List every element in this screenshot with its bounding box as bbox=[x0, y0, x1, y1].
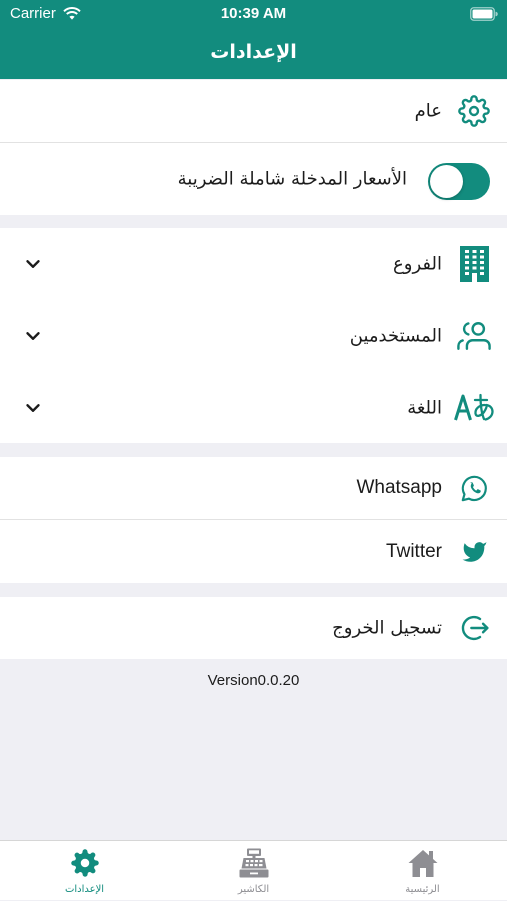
tab-cashier-label: الكاشير bbox=[237, 884, 270, 895]
tax-inclusive-row: الأسعار المدخلة شاملة الضريبة bbox=[0, 143, 507, 215]
home-icon bbox=[407, 847, 439, 879]
tab-settings-label: الإعدادات bbox=[64, 884, 105, 895]
users-row[interactable]: المستخدمين bbox=[0, 300, 507, 372]
tab-home[interactable]: الرئيسية bbox=[338, 841, 507, 901]
twitter-icon bbox=[454, 532, 494, 572]
twitter-label: Twitter bbox=[386, 540, 442, 562]
tax-inclusive-toggle[interactable] bbox=[428, 163, 490, 200]
whatsapp-icon bbox=[454, 468, 494, 508]
building-icon bbox=[454, 244, 494, 284]
app-header: Carrier 10:39 AM الإعدادات bbox=[0, 0, 507, 79]
whatsapp-label: Whatsapp bbox=[356, 477, 442, 498]
translate-icon bbox=[454, 388, 494, 428]
general-section: عام الأسعار المدخلة شاملة الضريبة bbox=[0, 80, 507, 215]
social-section: Whatsapp Twitter bbox=[0, 457, 507, 583]
tab-cashier[interactable]: الكاشير bbox=[169, 841, 338, 901]
cash-register-icon bbox=[238, 847, 270, 879]
users-icon bbox=[454, 316, 494, 356]
toggle-knob bbox=[430, 165, 463, 198]
language-row[interactable]: اللغة bbox=[0, 372, 507, 443]
account-section: تسجيل الخروج bbox=[0, 597, 507, 659]
tab-bar: الإعدادات الكاشير الرئيسية bbox=[0, 840, 507, 900]
app-version: Version0.0.20 bbox=[207, 672, 300, 689]
twitter-row[interactable]: Twitter bbox=[0, 520, 507, 583]
logout-label: تسجيل الخروج bbox=[332, 617, 442, 639]
branches-row[interactable]: الفروع bbox=[0, 228, 507, 300]
clock: 10:39 AM bbox=[220, 5, 287, 22]
tab-settings[interactable]: الإعدادات bbox=[0, 841, 169, 901]
whatsapp-row[interactable]: Whatsapp bbox=[0, 457, 507, 519]
users-label: المستخدمين bbox=[349, 325, 442, 347]
tab-home-label: الرئيسية bbox=[405, 884, 440, 895]
logout-icon bbox=[454, 608, 494, 648]
gear-icon bbox=[69, 847, 101, 879]
management-section: الفروع المستخدمين اللغة bbox=[0, 228, 507, 443]
logout-row[interactable]: تسجيل الخروج bbox=[0, 597, 507, 659]
page-title: الإعدادات bbox=[210, 41, 297, 63]
general-settings-label: عام bbox=[414, 100, 442, 122]
chevron-down-icon[interactable] bbox=[22, 325, 44, 347]
branches-label: الفروع bbox=[393, 253, 442, 275]
battery-icon bbox=[470, 7, 498, 21]
tax-inclusive-label: الأسعار المدخلة شاملة الضريبة bbox=[177, 168, 407, 190]
language-label: اللغة bbox=[407, 397, 442, 418]
gear-icon bbox=[454, 91, 494, 131]
chevron-down-icon[interactable] bbox=[22, 253, 44, 275]
chevron-down-icon[interactable] bbox=[22, 397, 44, 419]
general-settings-row[interactable]: عام bbox=[0, 80, 507, 142]
